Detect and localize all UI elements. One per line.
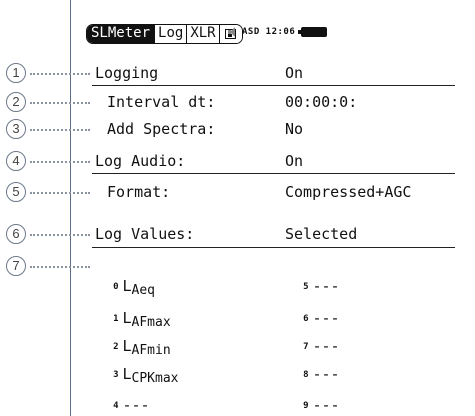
leader-line [30,161,90,163]
row-label: Format: [107,183,171,201]
row-label: Log Values: [95,225,195,243]
value-slot-9[interactable]: 9 --- [285,375,340,416]
callout-badge: 2 [6,92,26,112]
row-value[interactable]: No [285,119,303,139]
row-format[interactable]: 5 Format: Compressed+AGC [0,182,475,204]
row-label: Interval dt: [107,93,216,111]
leader-line [30,266,90,268]
separator [92,85,455,86]
tabs-group: SLMeter Log XLR [86,24,243,44]
row-interval[interactable]: 2 Interval dt: 00:00:0: [0,92,475,114]
status-text: ASD 12:06 [242,27,296,37]
row-value[interactable]: Compressed+AGC [285,182,411,202]
leader-line [30,192,90,194]
row-value[interactable]: Selected [285,224,357,244]
callout-badge: 4 [6,151,26,171]
row-label: Add Spectra: [107,120,216,138]
value-slot-4[interactable]: 4 --- [95,375,150,416]
separator [92,173,455,174]
tab-xlr[interactable]: XLR [186,25,219,43]
callout-badge: 1 [6,63,26,83]
callout-badge: 5 [6,182,26,202]
separator [92,247,455,248]
slot-main: --- [312,396,340,414]
row-log-values[interactable]: 6 Log Values: Selected [0,224,475,246]
row-value[interactable]: On [285,151,303,171]
row-label: Log Audio: [95,152,186,170]
row-value-slots: 7 [0,256,475,278]
callout-badge: 6 [6,224,26,244]
tab-bar: SLMeter Log XLR [86,24,243,44]
leader-line [30,234,90,236]
tab-log[interactable]: Log [154,25,187,43]
row-log-audio[interactable]: 4 Log Audio: On [0,151,475,173]
row-value[interactable]: 00:00:0: [285,92,357,112]
battery-icon [298,27,328,37]
row-label: Logging [95,64,159,82]
leader-line [30,73,90,75]
status-bar: ASD 12:06 [228,27,328,37]
callout-badge: 7 [6,256,26,276]
leader-line [30,102,90,104]
callout-badge: 3 [6,119,26,139]
row-logging[interactable]: 1 Logging On [0,63,475,85]
slot-index: 9 [303,401,309,411]
speaker-icon [228,27,236,37]
row-add-spectra[interactable]: 3 Add Spectra: No [0,119,475,141]
row-value[interactable]: On [285,63,303,83]
slot-main: --- [122,396,150,414]
tab-slmeter[interactable]: SLMeter [87,25,155,43]
slot-index: 4 [113,401,119,411]
leader-line [30,129,90,131]
